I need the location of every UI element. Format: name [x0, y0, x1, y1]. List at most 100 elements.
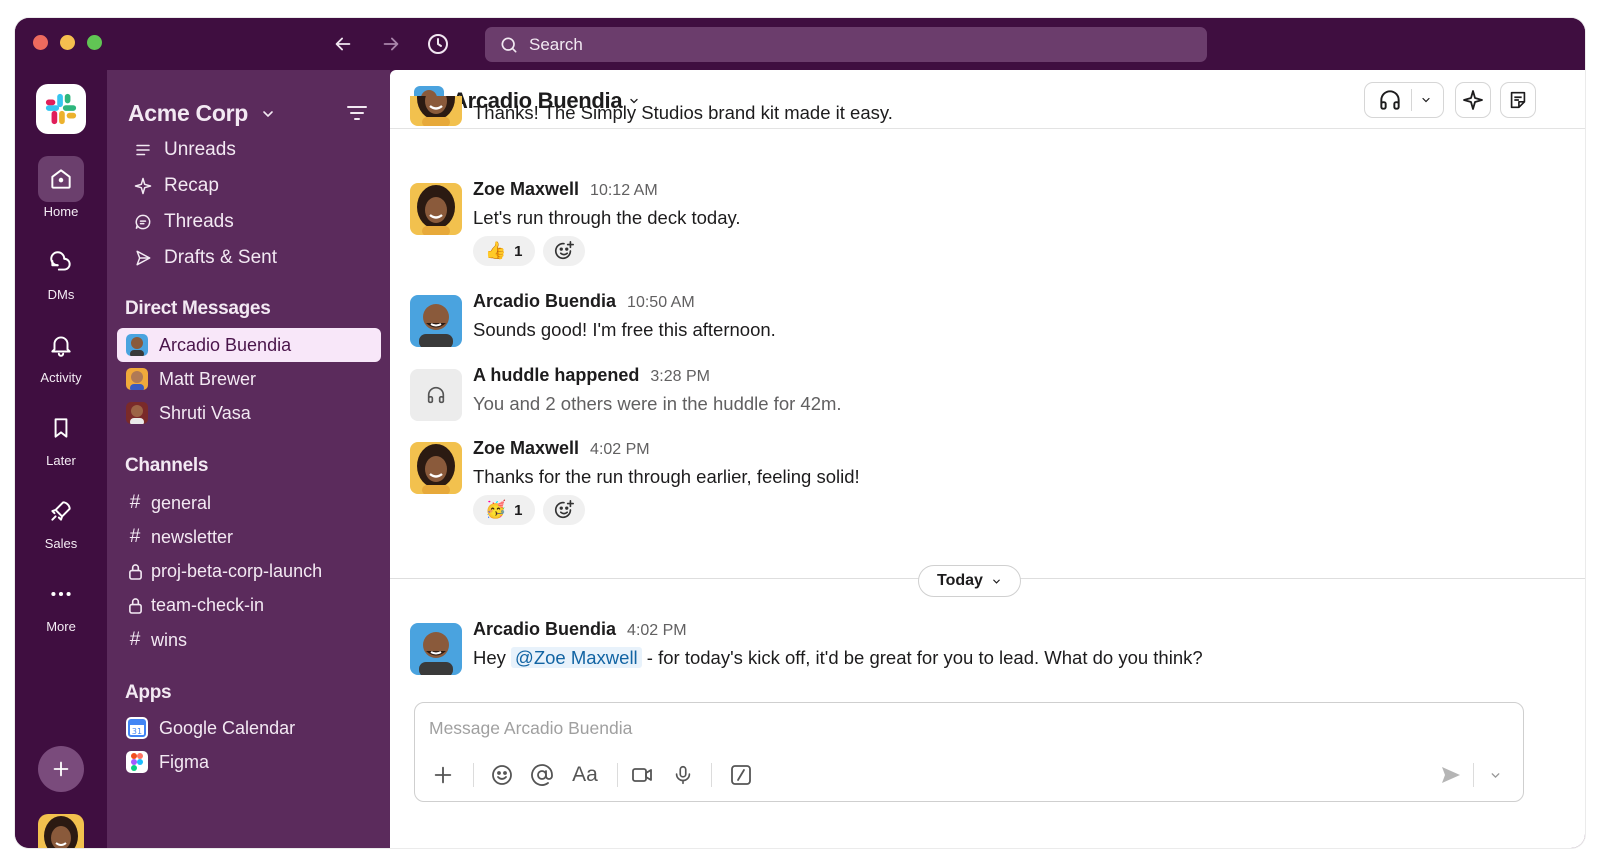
- sender-name[interactable]: Zoe Maxwell: [473, 438, 579, 458]
- add-emoji-icon: [554, 241, 574, 260]
- forward-button[interactable]: [377, 30, 405, 58]
- add-emoji-icon: [554, 500, 574, 519]
- emoji-button[interactable]: [486, 759, 518, 791]
- jump-to-date-button[interactable]: Today: [918, 565, 1021, 597]
- rail-label: Home: [43, 204, 79, 219]
- sidebar-item-unreads[interactable]: Unreads: [132, 135, 236, 165]
- sender-name[interactable]: Arcadio Buendia: [473, 619, 616, 639]
- timestamp[interactable]: 4:02 PM: [590, 441, 650, 458]
- sidebar-channel-team-check-in[interactable]: team-check-in: [127, 590, 264, 620]
- workspace-switcher[interactable]: Acme Corp: [128, 100, 276, 127]
- rail-item-dms[interactable]: DMs: [15, 239, 107, 302]
- figma-icon: [126, 751, 148, 773]
- attach-button[interactable]: [427, 759, 459, 791]
- threads-icon: [132, 212, 154, 232]
- back-button[interactable]: [329, 30, 357, 58]
- app-label: Google Calendar: [159, 717, 296, 738]
- minimize-window-button[interactable]: [60, 35, 75, 50]
- rail-label: Activity: [40, 370, 82, 385]
- home-icon: [38, 156, 84, 202]
- video-clip-button[interactable]: [626, 759, 658, 791]
- message-composer: Aa: [414, 702, 1524, 802]
- send-button[interactable]: [1435, 759, 1467, 791]
- timestamp[interactable]: 4:02 PM: [627, 622, 687, 639]
- sidebar-item-label: Unreads: [164, 139, 236, 160]
- message-text: You and 2 others were in the huddle for …: [473, 393, 842, 414]
- reaction-count: 1: [514, 242, 523, 260]
- sidebar-item-threads[interactable]: Threads: [132, 207, 234, 237]
- rail-item-activity[interactable]: Activity: [15, 322, 107, 385]
- workspace-name: Acme Corp: [128, 100, 248, 126]
- sidebar-channel-general[interactable]: # general: [127, 488, 211, 518]
- arrow-right-icon: [383, 37, 399, 51]
- canvas-icon: [1510, 91, 1526, 109]
- hash-icon: #: [129, 526, 141, 547]
- sidebar-dm-shruti-vasa[interactable]: Shruti Vasa: [117, 396, 381, 430]
- timestamp[interactable]: 10:50 AM: [627, 294, 695, 311]
- rail-item-sales[interactable]: Sales: [15, 488, 107, 551]
- sidebar-channel-wins[interactable]: # wins: [127, 625, 187, 655]
- user-avatar[interactable]: [38, 814, 84, 848]
- sender-name[interactable]: Arcadio Buendia: [473, 291, 616, 311]
- message-row[interactable]: Thanks! The Simply Studios brand kit mad…: [410, 96, 1510, 136]
- avatar[interactable]: [410, 442, 462, 494]
- message-input[interactable]: [429, 715, 1329, 741]
- format-label: Aa: [572, 763, 598, 786]
- rail-item-later[interactable]: Later: [15, 405, 107, 468]
- rocket-icon: [38, 488, 84, 534]
- add-reaction-button[interactable]: [542, 236, 585, 266]
- user-mention[interactable]: @Zoe Maxwell: [511, 647, 642, 668]
- title-bar: Search: [15, 18, 1585, 70]
- sender-name[interactable]: Zoe Maxwell: [473, 179, 579, 199]
- sidebar-channel-proj-beta-corp-launch[interactable]: proj-beta-corp-launch: [127, 556, 322, 586]
- unreads-icon: [132, 141, 154, 159]
- reaction-pill[interactable]: 👍 1: [473, 236, 535, 266]
- party-face-icon: 🥳: [485, 500, 507, 519]
- sidebar-dm-matt-brewer[interactable]: Matt Brewer: [117, 362, 381, 396]
- lock-icon: [127, 597, 143, 614]
- message-text-start: Hey: [473, 647, 512, 668]
- lock-icon: [127, 563, 143, 580]
- maximize-window-button[interactable]: [87, 35, 102, 50]
- sidebar-channel-newsletter[interactable]: # newsletter: [127, 522, 233, 552]
- sidebar-dm-arcadio-buendia[interactable]: Arcadio Buendia: [117, 328, 381, 362]
- zoe-avatar-icon: [38, 814, 84, 848]
- avatar[interactable]: [410, 183, 462, 235]
- shortcuts-button[interactable]: [725, 759, 757, 791]
- reaction-count: 1: [514, 501, 523, 519]
- avatar[interactable]: [410, 623, 462, 675]
- sender-name: A huddle happened: [473, 365, 640, 385]
- formatting-button[interactable]: Aa: [565, 759, 605, 791]
- sidebar-item-recap[interactable]: Recap: [132, 171, 219, 201]
- slash-command-icon: [731, 765, 751, 785]
- sidebar-app-google-calendar[interactable]: 31 Google Calendar: [117, 711, 381, 745]
- filter-button[interactable]: [345, 101, 369, 130]
- timestamp[interactable]: 3:28 PM: [650, 368, 710, 385]
- timestamp[interactable]: 10:12 AM: [590, 182, 658, 199]
- dms-icon: [38, 239, 84, 285]
- search-bar[interactable]: Search: [485, 27, 1207, 62]
- audio-clip-button[interactable]: [667, 759, 699, 791]
- apps-section-header[interactable]: Apps: [125, 682, 172, 704]
- channel-label: team-check-in: [151, 594, 265, 615]
- message-text: Thanks! The Simply Studios brand kit mad…: [473, 102, 893, 123]
- reaction-pill[interactable]: 🥳 1: [473, 495, 535, 525]
- sidebar-item-drafts-sent[interactable]: Drafts & Sent: [132, 243, 277, 273]
- schedule-send-button[interactable]: [1479, 759, 1511, 791]
- sidebar-app-figma[interactable]: Figma: [117, 745, 381, 779]
- dm-label: Shruti Vasa: [159, 402, 251, 423]
- reactions: 🥳 1: [473, 495, 1553, 525]
- close-window-button[interactable]: [33, 35, 48, 50]
- channels-section-header[interactable]: Channels: [125, 455, 208, 477]
- microphone-icon: [675, 765, 691, 785]
- dm-section-header[interactable]: Direct Messages: [125, 298, 271, 320]
- rail-item-home[interactable]: Home: [15, 156, 107, 219]
- avatar[interactable]: [410, 295, 462, 347]
- add-reaction-button[interactable]: [542, 495, 585, 525]
- workspace-logo[interactable]: [36, 84, 86, 134]
- history-button[interactable]: [424, 30, 452, 58]
- huddle-avatar: [410, 369, 462, 421]
- mention-button[interactable]: [526, 759, 558, 791]
- rail-item-more[interactable]: More: [15, 571, 107, 634]
- create-new-button[interactable]: [38, 746, 84, 792]
